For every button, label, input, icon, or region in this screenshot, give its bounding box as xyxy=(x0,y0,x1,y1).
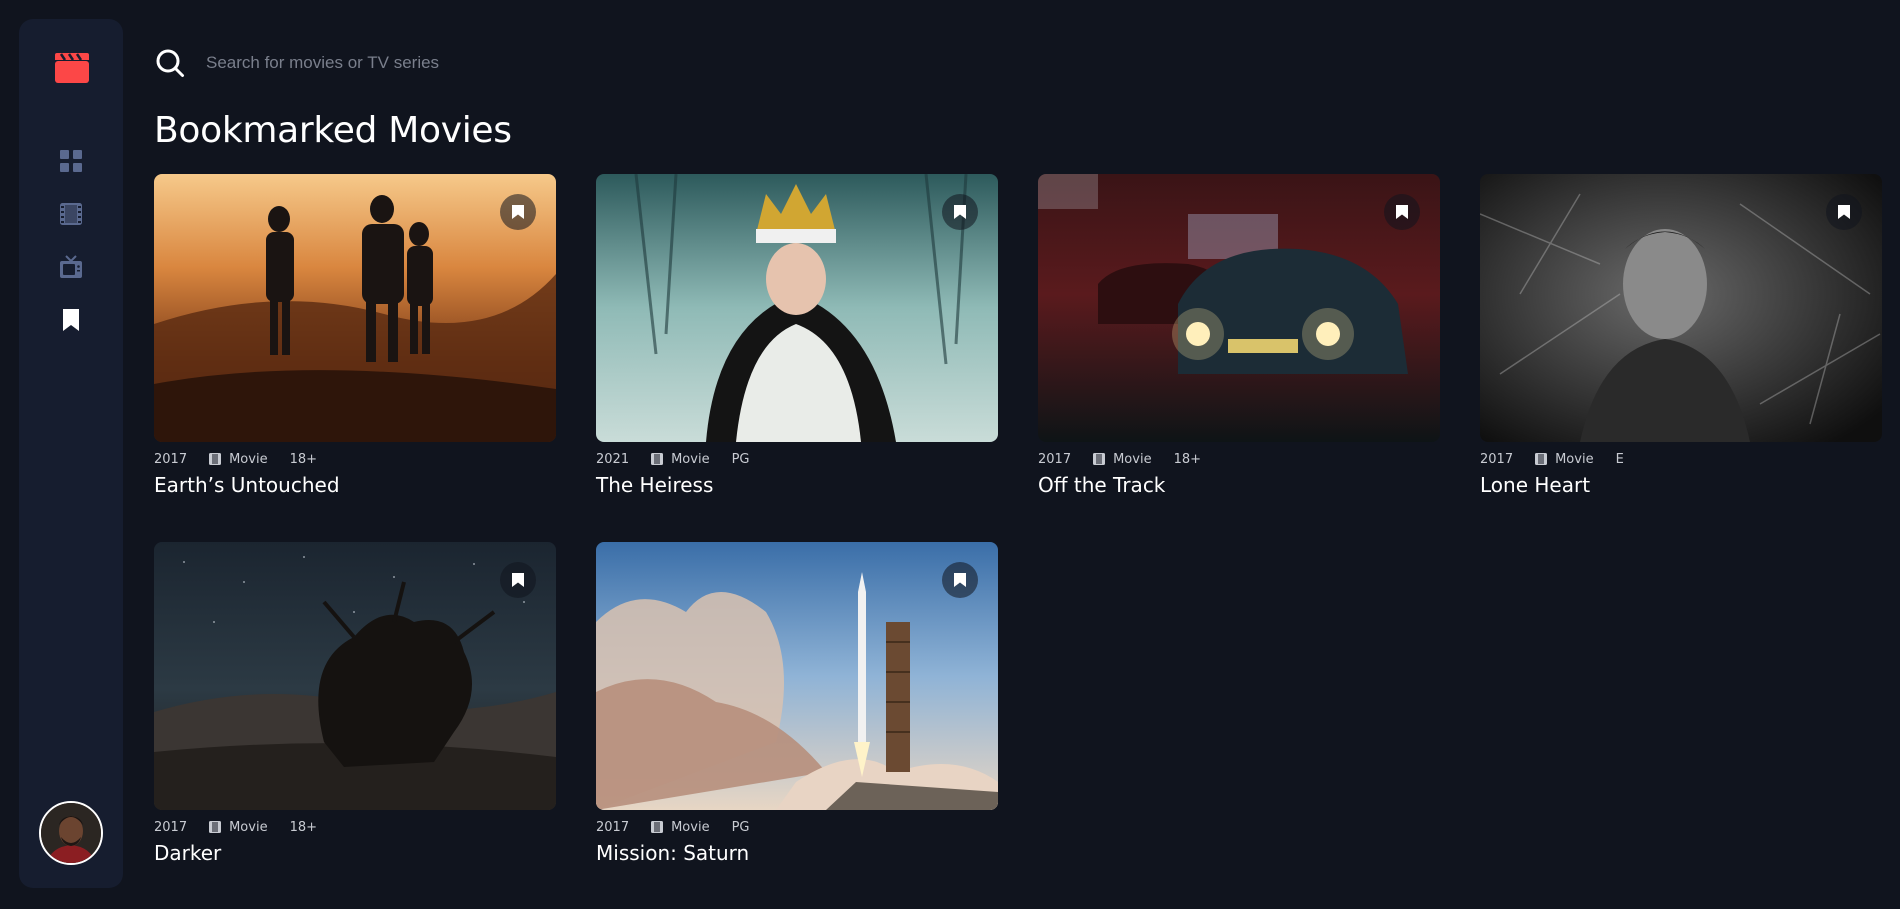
bookmark-button[interactable] xyxy=(500,194,536,230)
movie-rating: 18+ xyxy=(289,451,318,467)
sidebar xyxy=(19,19,123,888)
movie-meta: 2017 Movie PG xyxy=(596,819,998,835)
bookmark-button[interactable] xyxy=(1384,194,1420,230)
movie-category: Movie xyxy=(1113,451,1152,467)
movie-title[interactable]: Off the Track xyxy=(1038,473,1440,497)
movie-card[interactable]: 2017 Movie PG Mission: Saturn xyxy=(596,542,998,865)
film-icon xyxy=(1093,453,1106,465)
movie-rating: PG xyxy=(731,451,750,467)
movie-thumbnail[interactable] xyxy=(1480,174,1882,442)
movie-year: 2017 xyxy=(1480,451,1514,467)
search-input[interactable] xyxy=(206,53,806,73)
movie-title[interactable]: Lone Heart xyxy=(1480,473,1882,497)
search-bar xyxy=(154,46,1354,80)
movie-category: Movie xyxy=(671,451,710,467)
tv-icon xyxy=(60,255,82,278)
bookmark-full-icon xyxy=(1838,205,1850,219)
movie-card[interactable]: 2017 Movie 18+ Earth’s Untouched xyxy=(154,174,556,497)
bookmark-button[interactable] xyxy=(942,194,978,230)
movie-title[interactable]: Earth’s Untouched xyxy=(154,473,556,497)
movie-rating: 18+ xyxy=(1173,451,1202,467)
movie-category: Movie xyxy=(229,451,268,467)
movie-thumbnail[interactable] xyxy=(154,174,556,442)
bookmark-button[interactable] xyxy=(942,562,978,598)
film-icon xyxy=(209,821,222,833)
film-icon xyxy=(651,821,664,833)
movie-year: 2017 xyxy=(154,451,188,467)
movie-year: 2017 xyxy=(596,819,630,835)
movie-thumbnail[interactable] xyxy=(154,542,556,810)
movie-meta: 2017 Movie 18+ xyxy=(1038,451,1440,467)
movie-year: 2017 xyxy=(154,819,188,835)
movie-card[interactable]: 2017 Movie 18+ Off the Track xyxy=(1038,174,1440,497)
nav-movies[interactable] xyxy=(59,202,83,226)
film-icon xyxy=(209,453,222,465)
nav-home[interactable] xyxy=(59,149,83,173)
grid-icon xyxy=(60,150,82,172)
movie-category: Movie xyxy=(229,819,268,835)
movie-thumbnail[interactable] xyxy=(596,542,998,810)
bookmark-button[interactable] xyxy=(500,562,536,598)
nav-tv-series[interactable] xyxy=(59,255,83,279)
movie-category: Movie xyxy=(1555,451,1594,467)
bookmark-full-icon xyxy=(512,573,524,587)
movie-thumbnail[interactable] xyxy=(596,174,998,442)
user-avatar xyxy=(41,803,101,863)
movie-meta: 2021 Movie PG xyxy=(596,451,998,467)
search-icon[interactable] xyxy=(154,47,186,79)
bookmark-full-icon xyxy=(512,205,524,219)
movie-title[interactable]: The Heiress xyxy=(596,473,998,497)
movie-meta: 2017 Movie 18+ xyxy=(154,819,556,835)
bookmark-button[interactable] xyxy=(1826,194,1862,230)
clapperboard-icon[interactable] xyxy=(55,53,89,83)
movie-card[interactable]: 2021 Movie PG The Heiress xyxy=(596,174,998,497)
movie-title[interactable]: Darker xyxy=(154,841,556,865)
bookmark-full-icon xyxy=(954,205,966,219)
avatar[interactable] xyxy=(39,801,103,865)
movie-year: 2021 xyxy=(596,451,630,467)
movie-category: Movie xyxy=(671,819,710,835)
movie-rating: PG xyxy=(731,819,750,835)
nav-bookmarked[interactable] xyxy=(59,308,83,332)
film-icon xyxy=(1535,453,1548,465)
movie-rating: E xyxy=(1615,451,1624,467)
movie-meta: 2017 Movie E xyxy=(1480,451,1882,467)
film-icon xyxy=(651,453,664,465)
page-title: Bookmarked Movies xyxy=(154,110,512,151)
movie-thumbnail[interactable] xyxy=(1038,174,1440,442)
movie-title[interactable]: Mission: Saturn xyxy=(596,841,998,865)
movie-year: 2017 xyxy=(1038,451,1072,467)
bookmark-icon xyxy=(63,309,79,331)
bookmark-full-icon xyxy=(1396,205,1408,219)
bookmark-full-icon xyxy=(954,573,966,587)
movie-meta: 2017 Movie 18+ xyxy=(154,451,556,467)
movie-rating: 18+ xyxy=(289,819,318,835)
movie-card[interactable]: 2017 Movie E Lone Heart xyxy=(1480,174,1882,497)
film-icon xyxy=(60,203,82,225)
movie-card[interactable]: 2017 Movie 18+ Darker xyxy=(154,542,556,865)
